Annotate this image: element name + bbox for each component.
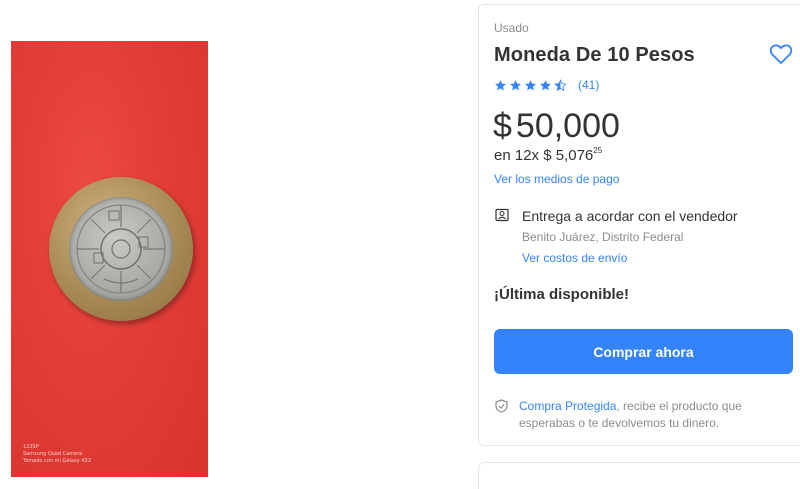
product-page: 123SP Samsung Quad Camera Tomado con mi … (0, 0, 800, 489)
purchase-protection: Compra Protegida, recibe el producto que… (519, 398, 784, 432)
shipping-costs-link[interactable]: Ver costos de envío (522, 251, 627, 265)
star-half-icon (554, 78, 567, 91)
stock-status: ¡Última disponible! (494, 286, 629, 303)
secondary-card (478, 462, 800, 489)
installments-amount: en 12x $ 5,076 (494, 147, 594, 164)
installments: en 12x $ 5,07625 (494, 146, 603, 164)
heart-icon[interactable] (769, 43, 793, 65)
coin-image (49, 177, 193, 321)
store-pickup-icon (495, 208, 509, 222)
star-full-icon (525, 79, 536, 90)
payment-methods-link[interactable]: Ver los medios de pago (494, 172, 619, 186)
coin-engraving (76, 204, 166, 294)
buy-box (478, 4, 800, 446)
shield-check-icon (495, 399, 508, 413)
star-full-icon (540, 79, 551, 90)
buy-now-button[interactable]: Comprar ahora (494, 329, 793, 374)
product-photo[interactable]: 123SP Samsung Quad Camera Tomado con mi … (11, 41, 208, 477)
protected-purchase-link[interactable]: Compra Protegida (519, 399, 616, 413)
rating[interactable]: (41) (494, 77, 599, 93)
rating-count[interactable]: (41) (578, 78, 599, 92)
price: $50,000 (493, 107, 620, 145)
seller-location: Benito Juárez, Distrito Federal (522, 230, 684, 244)
installments-cents: 25 (593, 146, 603, 155)
product-title: Moneda De 10 Pesos (494, 44, 695, 66)
star-full-icon (495, 79, 506, 90)
item-condition: Usado (494, 21, 529, 35)
star-full-icon (510, 79, 521, 90)
currency-symbol: $ (493, 107, 512, 145)
price-amount: 50,000 (515, 107, 620, 145)
camera-watermark: 123SP Samsung Quad Camera Tomado con mi … (23, 444, 92, 464)
delivery-title: Entrega a acordar con el vendedor (522, 208, 738, 224)
